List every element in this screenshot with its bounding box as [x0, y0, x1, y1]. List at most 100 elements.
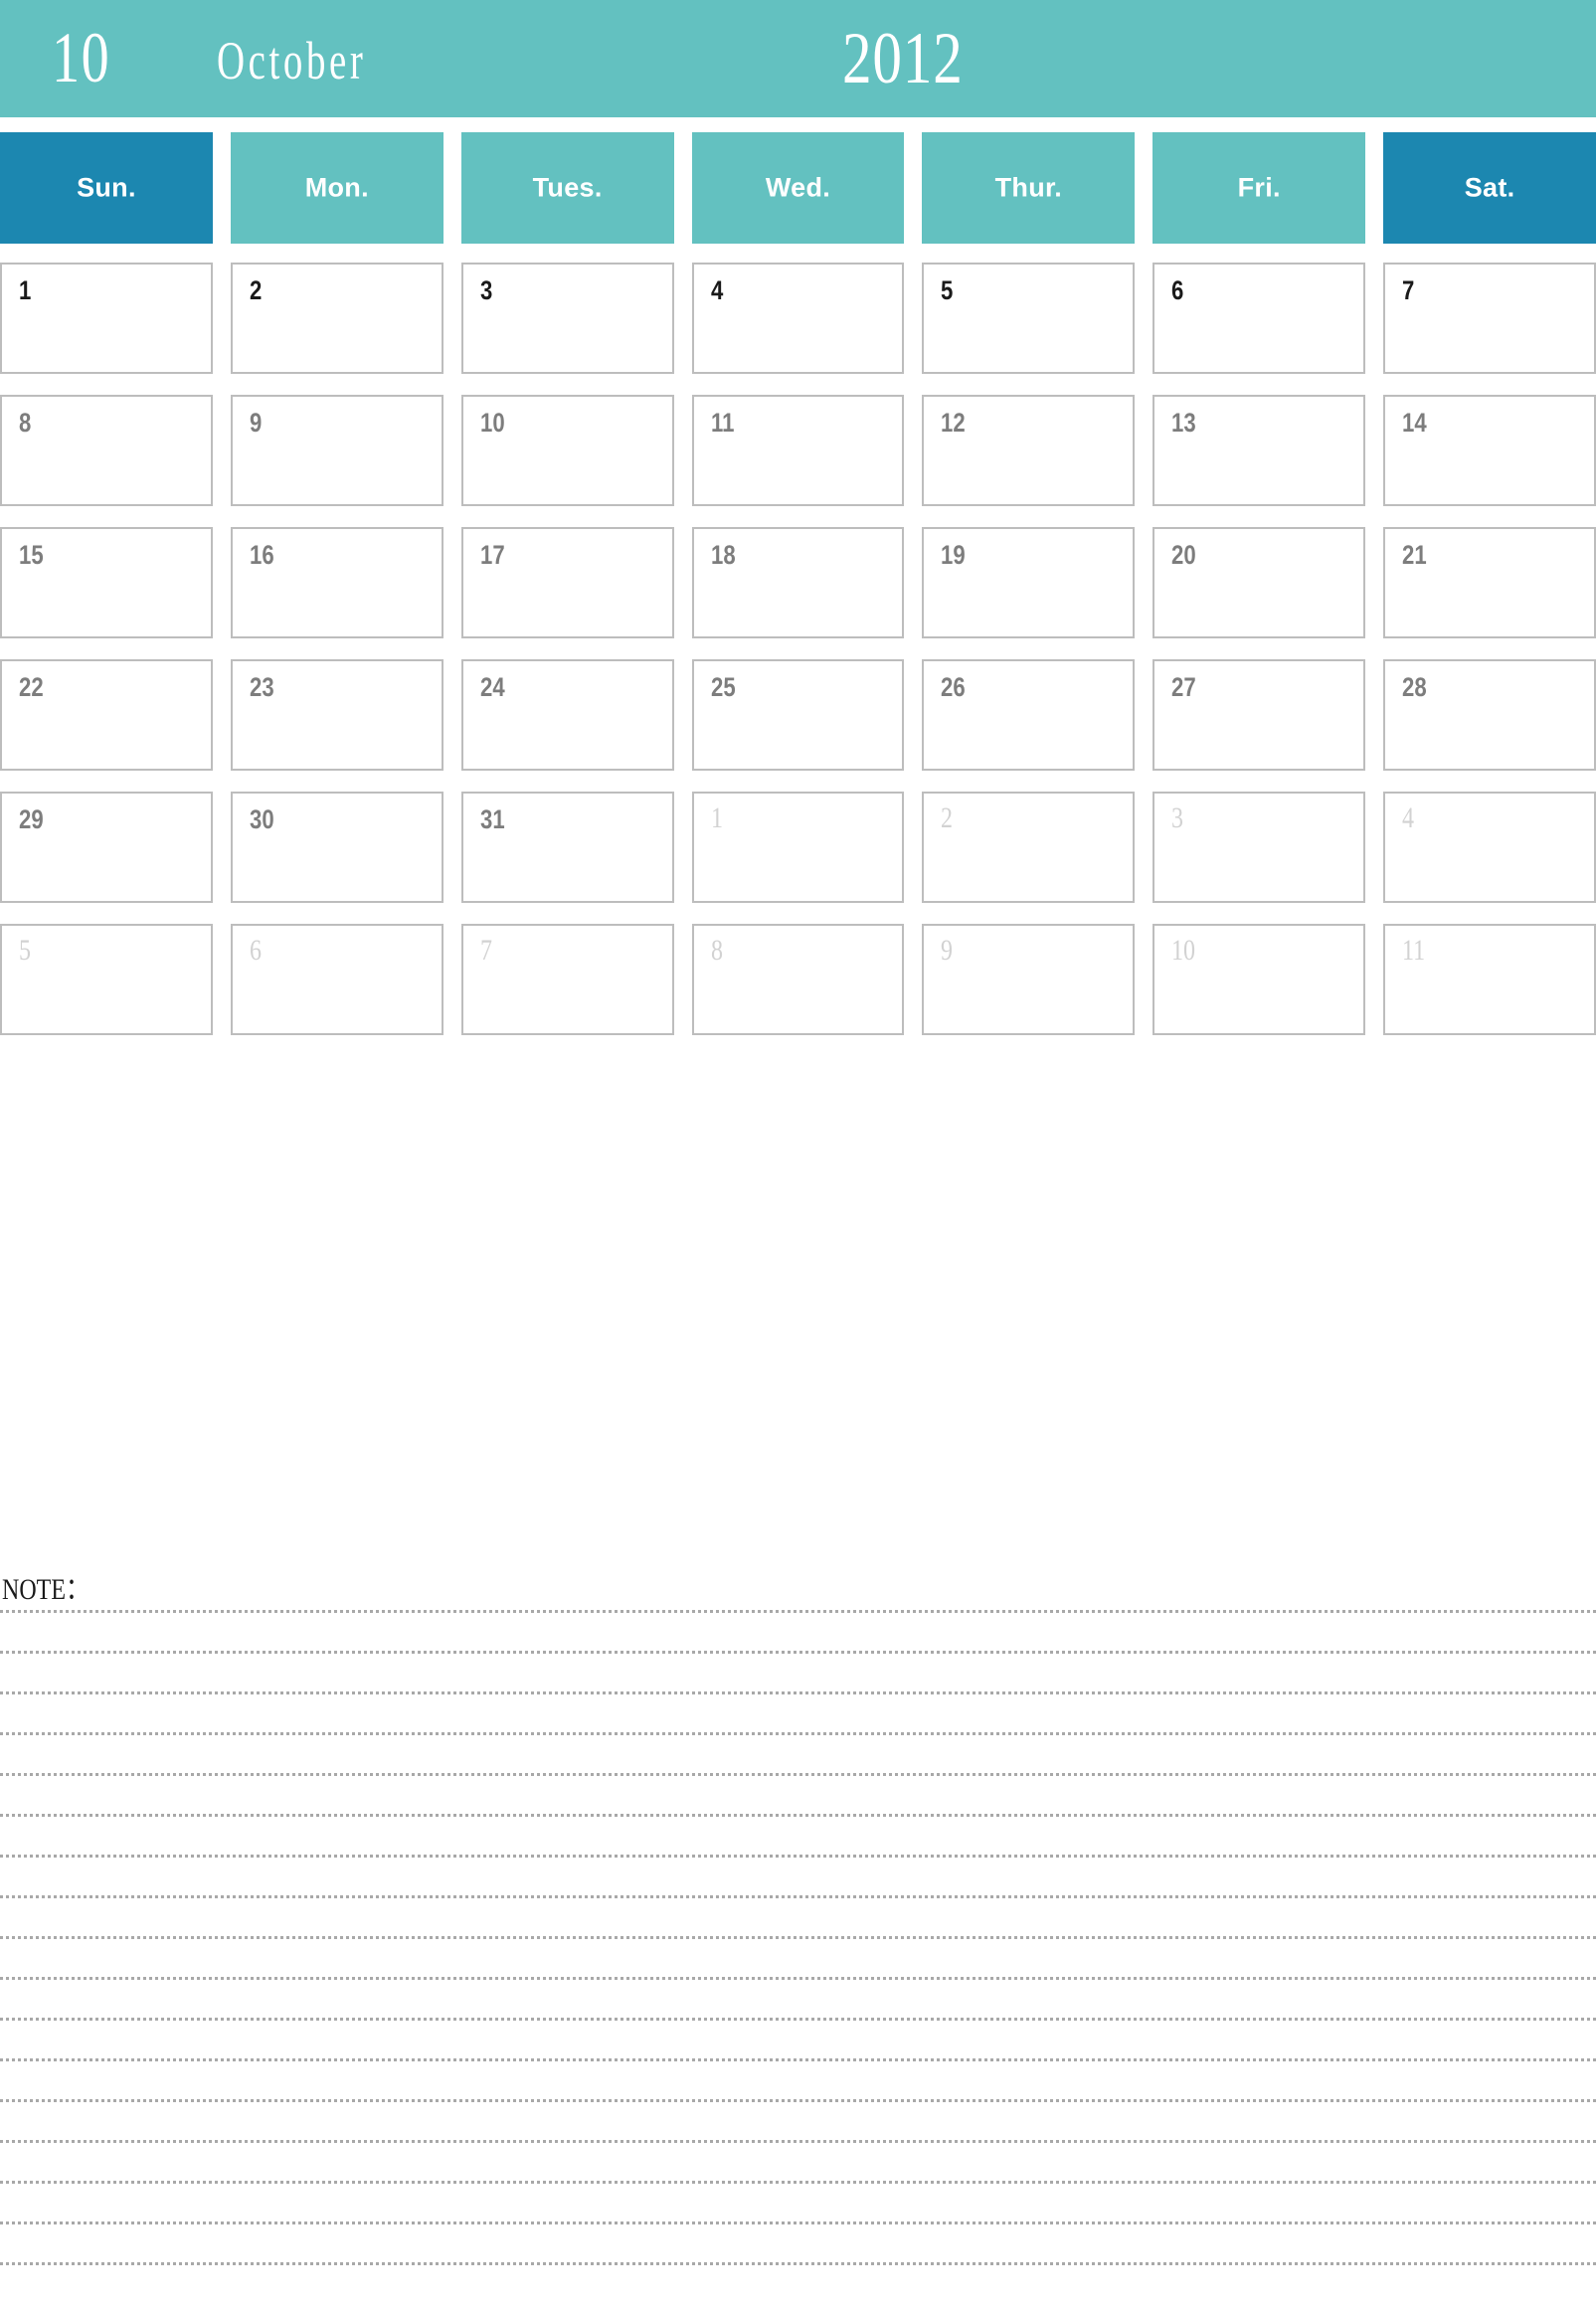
calendar-day-cell[interactable]: 4 [691, 263, 905, 374]
weekday-header-sat[interactable]: Sat. [1383, 132, 1596, 244]
weekday-header-row: Sun. Mon. Tues. Wed. Thur. Fri. Sat. [0, 132, 1596, 244]
calendar-day-cell[interactable]: 1 [0, 263, 213, 374]
calendar-day-cell[interactable]: 22 [0, 659, 213, 771]
weekday-header-thur[interactable]: Thur. [922, 132, 1136, 244]
day-number: 1 [710, 801, 723, 834]
day-number: 1 [19, 275, 32, 305]
calendar-day-cell[interactable]: 18 [691, 527, 905, 638]
note-write-line[interactable] [0, 1691, 1596, 1732]
calendar-day-cell[interactable]: 23 [230, 659, 443, 771]
calendar-day-cell[interactable]: 4 [1383, 792, 1596, 903]
note-write-line[interactable] [0, 2140, 1596, 2181]
note-write-line[interactable] [0, 1936, 1596, 1977]
calendar-day-cell[interactable]: 30 [230, 792, 443, 903]
day-number: 5 [941, 275, 954, 305]
calendar-day-cell[interactable]: 3 [460, 263, 674, 374]
note-write-line[interactable] [0, 1814, 1596, 1855]
day-number: 2 [249, 275, 263, 305]
calendar-day-cell[interactable]: 8 [0, 395, 213, 506]
weekday-label: Fri. [1237, 172, 1281, 203]
calendar-day-cell[interactable]: 26 [922, 659, 1136, 771]
day-number: 20 [1171, 540, 1196, 570]
weekday-header-mon[interactable]: Mon. [230, 132, 443, 244]
day-number: 29 [19, 804, 44, 834]
calendar-day-cell[interactable]: 1 [691, 792, 905, 903]
calendar-day-cell[interactable]: 10 [1153, 924, 1366, 1035]
note-lines-container[interactable] [0, 1610, 1596, 2303]
day-number: 4 [1402, 801, 1415, 834]
day-number: 18 [710, 540, 736, 570]
calendar-day-cell[interactable]: 12 [922, 395, 1136, 506]
banner-month-number: 10 [52, 18, 111, 97]
calendar-day-cell[interactable]: 3 [1153, 792, 1366, 903]
month-banner: 10 October 2012 [0, 0, 1596, 117]
weekday-header-tues[interactable]: Tues. [460, 132, 674, 244]
weekday-label: Thur. [994, 172, 1063, 203]
calendar-day-cell[interactable]: 25 [691, 659, 905, 771]
calendar-day-cell[interactable]: 27 [1153, 659, 1366, 771]
calendar-day-cell[interactable]: 20 [1153, 527, 1366, 638]
calendar-day-cell[interactable]: 28 [1383, 659, 1596, 771]
calendar-day-cell[interactable]: 21 [1383, 527, 1596, 638]
note-write-line[interactable] [0, 1610, 1596, 1651]
note-write-line[interactable] [0, 1895, 1596, 1936]
calendar-week-row: 1 2 3 4 5 6 7 [0, 263, 1596, 374]
day-number: 26 [941, 672, 967, 702]
day-number: 22 [19, 672, 44, 702]
day-number: 11 [710, 408, 734, 438]
day-number: 27 [1171, 672, 1196, 702]
calendar-day-cell[interactable]: 16 [230, 527, 443, 638]
day-number: 21 [1402, 540, 1427, 570]
day-number: 25 [710, 672, 736, 702]
day-number: 9 [249, 408, 263, 438]
calendar-day-cell[interactable]: 5 [0, 924, 213, 1035]
day-number: 24 [479, 672, 505, 702]
calendar-day-cell[interactable]: 17 [460, 527, 674, 638]
note-write-line[interactable] [0, 2262, 1596, 2303]
calendar-day-cell[interactable]: 5 [922, 263, 1136, 374]
note-write-line[interactable] [0, 1977, 1596, 2018]
note-write-line[interactable] [0, 1651, 1596, 1691]
calendar-day-cell[interactable]: 31 [460, 792, 674, 903]
note-write-line[interactable] [0, 2221, 1596, 2262]
calendar-day-cell[interactable]: 9 [922, 924, 1136, 1035]
calendar-day-cell[interactable]: 6 [1153, 263, 1366, 374]
weekday-header-sun[interactable]: Sun. [0, 132, 213, 244]
calendar-day-cell[interactable]: 24 [460, 659, 674, 771]
note-write-line[interactable] [0, 2018, 1596, 2058]
calendar-day-cell[interactable]: 14 [1383, 395, 1596, 506]
weekday-header-wed[interactable]: Wed. [691, 132, 905, 244]
note-write-line[interactable] [0, 2181, 1596, 2221]
note-label: NOTE： [2, 1573, 89, 1606]
calendar-day-cell[interactable]: 10 [460, 395, 674, 506]
calendar-day-cell[interactable]: 15 [0, 527, 213, 638]
calendar-day-cell[interactable]: 19 [922, 527, 1136, 638]
calendar-week-row: 29 30 31 1 2 3 4 [0, 792, 1596, 903]
day-number: 6 [249, 934, 262, 967]
day-number: 5 [19, 934, 31, 967]
calendar-day-cell[interactable]: 11 [1383, 924, 1596, 1035]
calendar-day-cell[interactable]: 6 [230, 924, 443, 1035]
calendar-day-cell[interactable]: 2 [922, 792, 1136, 903]
calendar-day-cell[interactable]: 7 [1383, 263, 1596, 374]
calendar-day-cell[interactable]: 29 [0, 792, 213, 903]
banner-year: 2012 [842, 18, 964, 99]
day-number: 10 [479, 408, 505, 438]
note-write-line[interactable] [0, 2058, 1596, 2099]
calendar-day-cell[interactable]: 2 [230, 263, 443, 374]
weekday-header-fri[interactable]: Fri. [1153, 132, 1366, 244]
calendar-day-cell[interactable]: 7 [460, 924, 674, 1035]
calendar-day-cell[interactable]: 8 [691, 924, 905, 1035]
calendar-week-row: 22 23 24 25 26 27 28 [0, 659, 1596, 771]
note-write-line[interactable] [0, 1732, 1596, 1773]
note-write-line[interactable] [0, 1773, 1596, 1814]
calendar-day-cell[interactable]: 11 [691, 395, 905, 506]
day-number: 15 [19, 540, 44, 570]
note-write-line[interactable] [0, 2099, 1596, 2140]
calendar-day-cell[interactable]: 13 [1153, 395, 1366, 506]
day-number: 11 [1402, 934, 1426, 967]
note-write-line[interactable] [0, 1855, 1596, 1895]
day-number: 16 [249, 540, 274, 570]
calendar-day-cell[interactable]: 9 [230, 395, 443, 506]
day-number: 28 [1402, 672, 1427, 702]
